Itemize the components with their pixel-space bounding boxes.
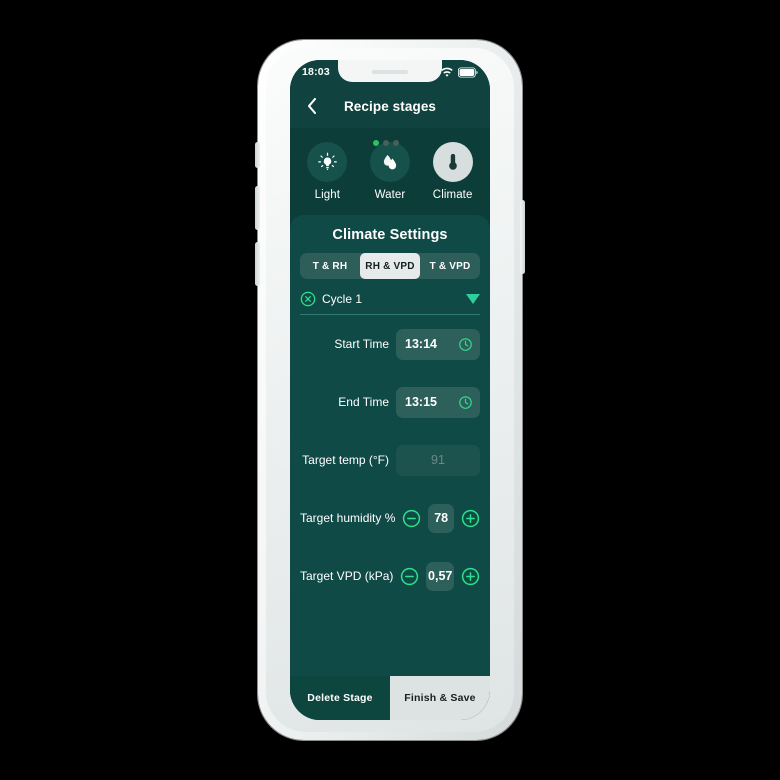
phone-screen: 18:03 Recipe stages Light Water Climate … xyxy=(290,60,490,720)
row-end-time-label: End Time xyxy=(338,395,389,409)
start-time-value: 13:14 xyxy=(405,337,437,351)
water-dot-1 xyxy=(372,140,379,146)
volume-down-button[interactable] xyxy=(255,242,260,286)
volume-up-button[interactable] xyxy=(255,186,260,230)
row-start-time: Start Time 13:14 xyxy=(300,315,480,373)
climate-settings-card: Climate Settings T & RH RH & VPD T & VPD… xyxy=(290,215,490,720)
circle-minus-icon[interactable] xyxy=(402,509,421,528)
target-vpd-field[interactable]: 0,57 xyxy=(426,561,454,591)
row-target-temp: Target temp (°F) 91 xyxy=(300,431,480,489)
status-bar-time: 18:03 xyxy=(302,66,330,78)
mode-segmented-control: T & RH RH & VPD T & VPD xyxy=(300,253,480,279)
clock-icon[interactable] xyxy=(458,395,473,410)
tab-climate-label: Climate xyxy=(432,189,473,201)
target-temp-value: 91 xyxy=(431,453,445,467)
delete-stage-button[interactable]: Delete Stage xyxy=(290,676,390,720)
tab-light[interactable]: Light xyxy=(296,142,358,201)
earpiece-speaker xyxy=(372,70,408,74)
row-end-time: End Time 13:15 xyxy=(300,373,480,431)
circle-plus-icon[interactable] xyxy=(461,567,480,586)
tab-water[interactable]: Water xyxy=(359,140,421,201)
tab-water-label: Water xyxy=(374,189,406,201)
water-dot-3 xyxy=(392,140,399,146)
target-temp-field: 91 xyxy=(396,444,480,476)
back-button[interactable] xyxy=(302,96,322,116)
cycle-label: Cycle 1 xyxy=(322,292,363,306)
thermometer-icon xyxy=(448,153,458,170)
segment-rh-and-vpd[interactable]: RH & VPD xyxy=(360,253,420,279)
bottom-action-bar: Delete Stage Finish & Save xyxy=(290,676,490,720)
row-target-humidity-label: Target humidity % xyxy=(300,511,396,525)
water-cycle-dots xyxy=(372,140,407,146)
power-button[interactable] xyxy=(520,200,525,274)
card-title: Climate Settings xyxy=(332,227,448,243)
water-dot-2 xyxy=(382,140,389,146)
circle-plus-icon[interactable] xyxy=(461,509,480,528)
target-humidity-field[interactable]: 78 xyxy=(428,503,454,533)
row-target-vpd: Target VPD (kPa) 0,57 xyxy=(300,547,480,605)
caret-down-icon[interactable] xyxy=(466,293,480,305)
segment-t-and-rh[interactable]: T & RH xyxy=(300,253,360,279)
end-time-value: 13:15 xyxy=(405,395,437,409)
tab-climate[interactable]: Climate xyxy=(422,142,484,201)
finish-and-save-button[interactable]: Finish & Save xyxy=(390,676,490,720)
silent-switch-button[interactable] xyxy=(255,142,260,168)
start-time-field[interactable]: 13:14 xyxy=(396,328,480,360)
tab-water-circle xyxy=(369,140,410,182)
clock-icon[interactable] xyxy=(458,337,473,352)
water-drop-icon xyxy=(383,154,397,170)
end-time-field[interactable]: 13:15 xyxy=(396,386,480,418)
row-target-vpd-label: Target VPD (kPa) xyxy=(300,569,394,583)
target-humidity-value: 78 xyxy=(434,511,449,525)
row-start-time-label: Start Time xyxy=(334,337,389,351)
status-bar: 18:03 xyxy=(290,60,490,84)
tab-climate-circle xyxy=(432,142,473,182)
phone-notch xyxy=(338,60,442,82)
circle-minus-icon[interactable] xyxy=(400,567,419,586)
row-target-humidity: Target humidity % 78 xyxy=(300,489,480,547)
tab-light-circle xyxy=(307,142,348,182)
target-vpd-value: 0,57 xyxy=(428,569,453,583)
stage-type-tabs: Light Water Climate xyxy=(290,128,490,213)
tab-light-label: Light xyxy=(314,189,341,201)
screenshot-canvas: 18:03 Recipe stages Light Water Climate … xyxy=(0,0,780,780)
chevron-left-icon xyxy=(307,97,317,115)
cycle-header-row: Cycle 1 xyxy=(300,291,480,315)
battery-icon xyxy=(458,66,478,78)
wifi-icon xyxy=(441,67,453,78)
app-header: Recipe stages xyxy=(290,84,490,128)
circle-x-icon[interactable] xyxy=(300,291,316,307)
segment-t-and-vpd[interactable]: T & VPD xyxy=(420,253,480,279)
light-bulb-icon xyxy=(317,152,337,170)
row-target-temp-label: Target temp (°F) xyxy=(302,453,389,467)
climate-form: Start Time 13:14 End Time 13:15 Target t… xyxy=(290,315,490,605)
